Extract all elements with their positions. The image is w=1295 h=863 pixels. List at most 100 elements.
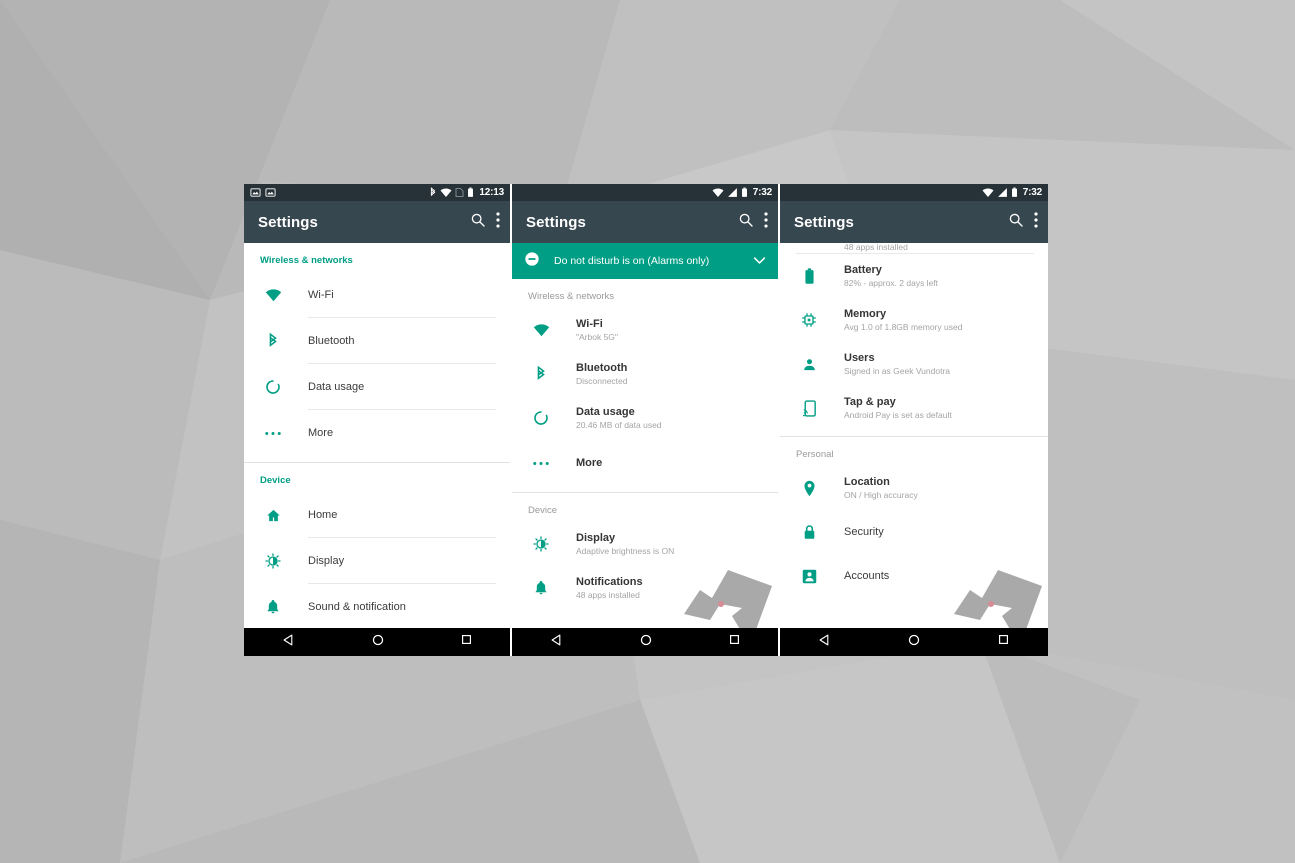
row-title: Wi-Fi (576, 318, 603, 330)
settings-row-tap-and-pay[interactable]: Tap & pay Android Pay is set as default (780, 386, 1048, 430)
back-icon[interactable] (282, 633, 296, 652)
row-title: More (308, 427, 334, 439)
settings-row-more[interactable]: More (244, 410, 510, 456)
row-title: Users (844, 352, 875, 364)
status-right-icons: 7:32 (712, 187, 772, 198)
row-title: Security (844, 526, 884, 538)
wifi-icon (528, 323, 554, 337)
home-circle-icon[interactable] (639, 633, 653, 652)
settings-row-sound[interactable]: Sound & notification (244, 584, 510, 628)
signal-icon (997, 187, 1008, 198)
row-title: Location (844, 476, 890, 488)
row-text: More (308, 427, 496, 439)
row-title: Data usage (576, 406, 635, 418)
toolbar-actions (470, 211, 500, 233)
settings-list[interactable]: Wireless & networks Wi-Fi Bluetooth Data… (244, 243, 510, 628)
row-text: Home (308, 509, 496, 521)
settings-row-security[interactable]: Security (780, 510, 1048, 554)
status-left-icons (250, 187, 276, 198)
row-text: Wi-Fi "Arbok 5G" (576, 318, 764, 342)
settings-row-notifications[interactable]: Notifications 48 apps installed (512, 566, 778, 610)
settings-row-bluetooth[interactable]: Bluetooth (244, 318, 510, 364)
settings-row-data-usage[interactable]: Data usage (244, 364, 510, 410)
settings-row-data-usage[interactable]: Data usage 20.46 MB of data used (512, 396, 778, 440)
settings-row-home[interactable]: Home (244, 492, 510, 538)
settings-row-bluetooth[interactable]: Bluetooth Disconnected (512, 352, 778, 396)
photo-icon (250, 187, 261, 198)
status-bar: 7:32 (780, 184, 1048, 201)
row-title: Memory (844, 308, 887, 320)
search-icon[interactable] (738, 212, 754, 233)
settings-row-display[interactable]: Display Adaptive brightness is ON (512, 522, 778, 566)
home-circle-icon[interactable] (907, 633, 921, 652)
recents-square-icon[interactable] (460, 633, 473, 651)
row-subtitle: 48 apps installed (576, 590, 640, 600)
settings-list[interactable]: 48 apps installed Battery 82% - approx. … (780, 243, 1048, 628)
row-subtitle: 20.46 MB of data used (576, 420, 662, 430)
wifi-icon (260, 288, 286, 302)
row-title: Wi-Fi (308, 289, 334, 301)
navigation-bar (512, 628, 778, 656)
settings-row-battery[interactable]: Battery 82% - approx. 2 days left (780, 254, 1048, 298)
display-icon (528, 536, 554, 552)
row-text: Display (308, 555, 496, 567)
settings-row-memory[interactable]: Memory Avg 1.0 of 1.8GB memory used (780, 298, 1048, 342)
row-text: Memory Avg 1.0 of 1.8GB memory used (844, 308, 1034, 332)
home-circle-icon[interactable] (371, 633, 385, 652)
row-text: Sound & notification (308, 601, 496, 613)
lock-icon (796, 524, 822, 540)
phone-middle: 7:32 Settings Do not disturb is on (Alar… (512, 184, 780, 656)
settings-row-more[interactable]: More (512, 440, 778, 486)
battery-icon (796, 267, 822, 285)
recents-square-icon[interactable] (997, 633, 1010, 651)
status-right-icons: 7:32 (982, 187, 1042, 198)
row-title: Display (576, 532, 616, 544)
row-subtitle: Android Pay is set as default (844, 410, 952, 420)
back-icon[interactable] (550, 633, 564, 652)
section-header-personal: Personal (796, 449, 834, 460)
recents-square-icon[interactable] (728, 633, 741, 651)
row-text: More (576, 457, 764, 469)
search-icon[interactable] (1008, 212, 1024, 233)
photo-icon (265, 187, 276, 198)
row-text: Tap & pay Android Pay is set as default (844, 396, 1034, 420)
settings-row-wifi[interactable]: Wi-Fi (244, 272, 510, 318)
section-header-wireless: Wireless & networks (528, 291, 615, 302)
row-subtitle: Disconnected (576, 376, 628, 386)
overflow-menu-icon[interactable] (764, 211, 768, 233)
do-not-disturb-icon (524, 251, 540, 272)
overflow-menu-icon[interactable] (496, 211, 500, 233)
section-header-wireless: Wireless & networks (260, 255, 353, 266)
account-icon (796, 569, 822, 584)
do-not-disturb-banner[interactable]: Do not disturb is on (Alarms only) (512, 243, 778, 279)
row-title: Home (308, 509, 338, 521)
section-header-device: Device (260, 475, 291, 486)
settings-row-display[interactable]: Display (244, 538, 510, 584)
settings-row-wifi[interactable]: Wi-Fi "Arbok 5G" (512, 308, 778, 352)
status-bar: 7:32 (512, 184, 778, 201)
status-right-icons: 12:13 (429, 187, 504, 198)
overflow-menu-icon[interactable] (1034, 211, 1038, 233)
memory-icon (796, 312, 822, 328)
page-title: Settings (526, 213, 586, 231)
settings-row-accounts[interactable]: Accounts (780, 554, 1048, 598)
chevron-down-icon[interactable] (753, 252, 766, 270)
phone-right: 7:32 Settings 48 apps installed Battery … (780, 184, 1048, 656)
row-text: Users Signed in as Geek Vundotra (844, 352, 1034, 376)
row-subtitle: Avg 1.0 of 1.8GB memory used (844, 322, 963, 332)
back-icon[interactable] (818, 633, 832, 652)
toolbar: Settings (780, 201, 1048, 243)
search-icon[interactable] (470, 212, 486, 233)
clipped-partial-row: 48 apps installed (780, 243, 1048, 254)
settings-list[interactable]: Wireless & networks Wi-Fi "Arbok 5G" Blu… (512, 279, 778, 628)
row-text: Wi-Fi (308, 289, 496, 301)
settings-row-users[interactable]: Users Signed in as Geek Vundotra (780, 342, 1048, 386)
battery-icon (1011, 187, 1018, 198)
bell-icon (528, 580, 554, 596)
row-text: Security (844, 526, 1034, 538)
wifi-icon (982, 187, 994, 198)
row-text: Battery 82% - approx. 2 days left (844, 264, 1034, 288)
settings-row-location[interactable]: Location ON / High accuracy (780, 466, 1048, 510)
row-title: Data usage (308, 381, 365, 393)
navigation-bar (244, 628, 510, 656)
